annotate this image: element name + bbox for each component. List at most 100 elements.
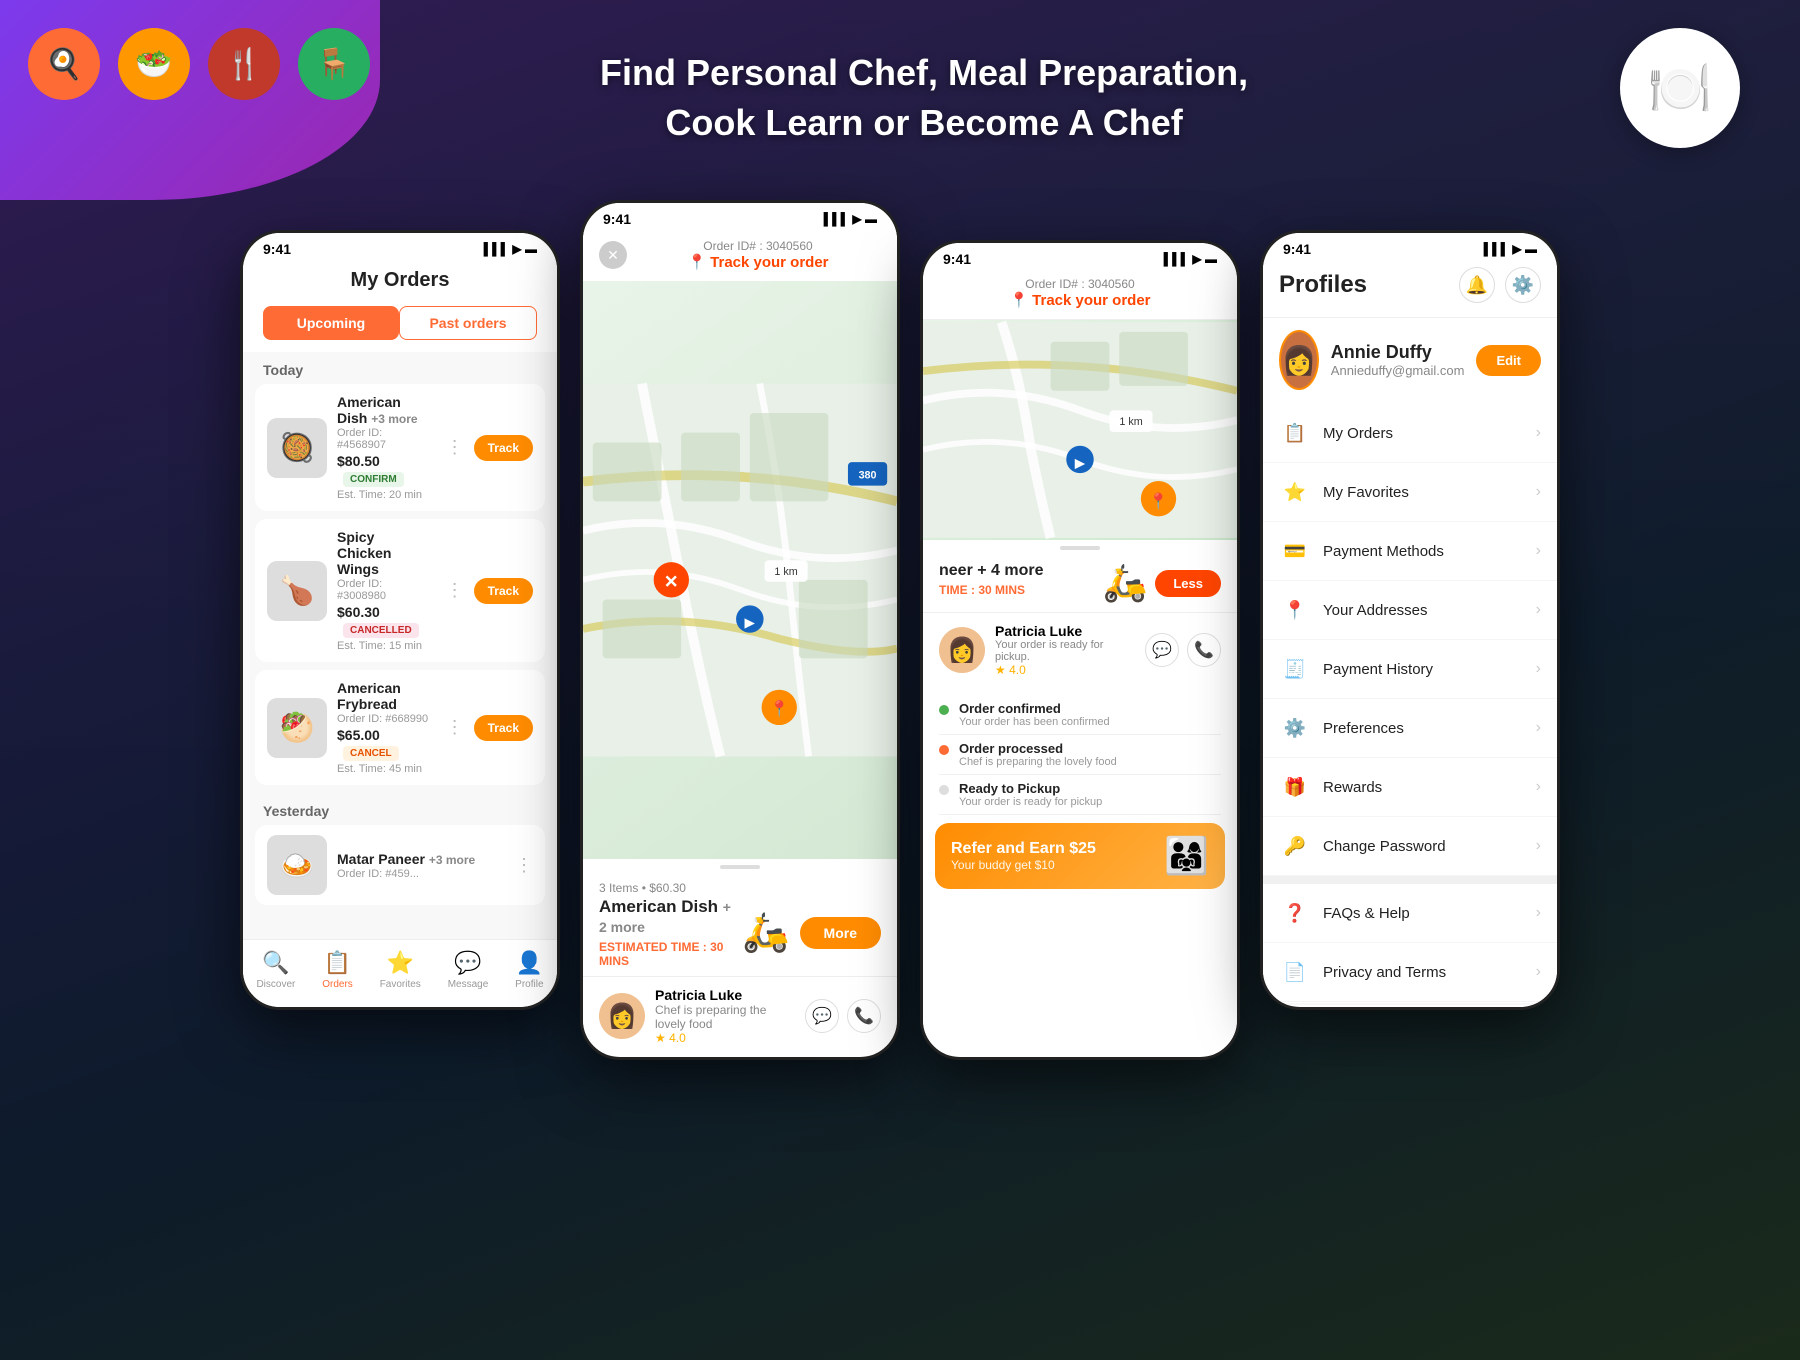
bottom-nav: 🔍 Discover 📋 Orders ⭐ Favorites 💬 Messag… xyxy=(243,939,557,1007)
phone-orders: 9:41 ▌▌▌ ▶ ▬ My Orders Upcoming Past ord… xyxy=(240,230,560,1010)
location-pin-icon-3: 📍 xyxy=(1009,291,1028,309)
order-img-2: 🍗 xyxy=(267,561,327,621)
svg-text:1 km: 1 km xyxy=(774,566,797,578)
menu-payment-history[interactable]: 🧾 Payment History › xyxy=(1263,640,1557,699)
nav-discover[interactable]: 🔍 Discover xyxy=(256,950,295,990)
more-btn[interactable]: More xyxy=(800,917,881,949)
phone-profile: 9:41 ▌▌▌ ▶ ▬ Profiles 🔔 ⚙️ 👩 Annie Duffy… xyxy=(1260,230,1560,1010)
order-img-1: 🥘 xyxy=(267,418,327,478)
menu-invite[interactable]: 👥 Invites Friends › xyxy=(1263,1002,1557,1003)
order-id-4: Order ID: #459... xyxy=(337,868,501,880)
menu-label-payment-history: Payment History xyxy=(1323,661,1524,678)
order-img-4: 🍛 xyxy=(267,835,327,895)
menu-label-rewards: Rewards xyxy=(1323,779,1524,796)
order-dish-name: American Dish xyxy=(599,897,718,916)
chevron-privacy: › xyxy=(1536,963,1541,981)
nav-orders[interactable]: 📋 Orders xyxy=(322,950,353,990)
icon-table: 🪑 xyxy=(298,28,370,100)
step-desc-3: Your order is ready for pickup xyxy=(959,796,1102,808)
order-status-1: CONFIRM xyxy=(343,472,404,487)
track-title-phone2: Track your order xyxy=(710,254,828,271)
nav-favorites[interactable]: ⭐ Favorites xyxy=(380,950,421,990)
menu-my-favorites[interactable]: ⭐ My Favorites › xyxy=(1263,463,1557,522)
order-name-3: American Frybread xyxy=(337,680,432,712)
menu-rewards[interactable]: 🎁 Rewards › xyxy=(1263,758,1557,817)
chef-status-3: Your order is ready for pickup. xyxy=(995,639,1135,663)
profile-menu-list: 📋 My Orders › ⭐ My Favorites › 💳 Payment… xyxy=(1263,404,1557,1003)
order-menu-4[interactable]: ⋮ xyxy=(511,855,533,876)
chevron-payment-history: › xyxy=(1536,660,1541,678)
order-menu-3[interactable]: ⋮ xyxy=(442,717,464,738)
notification-btn[interactable]: 🔔 xyxy=(1459,267,1495,303)
settings-btn[interactable]: ⚙️ xyxy=(1505,267,1541,303)
delivery-scooter-icon: 🛵 xyxy=(742,911,789,955)
menu-my-orders[interactable]: 📋 My Orders › xyxy=(1263,404,1557,463)
edit-profile-btn[interactable]: Edit xyxy=(1476,345,1541,376)
drag-indicator-2 xyxy=(720,865,760,869)
less-btn[interactable]: Less xyxy=(1155,570,1221,597)
step-desc-2: Chef is preparing the lovely food xyxy=(959,756,1117,768)
status-steps: Order confirmed Your order has been conf… xyxy=(923,695,1237,815)
phone-map: 9:41 ▌▌▌ ▶ ▬ ✕ Order ID# : 3040560 📍 Tra… xyxy=(580,200,900,1060)
chat-btn[interactable]: 💬 xyxy=(805,999,839,1033)
order-price-3: $65.00 xyxy=(337,727,380,743)
tab-upcoming[interactable]: Upcoming xyxy=(263,306,399,340)
order-price-2: $60.30 xyxy=(337,604,380,620)
chevron-addresses: › xyxy=(1536,601,1541,619)
orders-icon: 📋 xyxy=(324,950,351,976)
phone4-screen: Profiles 🔔 ⚙️ 👩 Annie Duffy Annieduffy@g… xyxy=(1263,261,1557,1005)
chevron-rewards: › xyxy=(1536,778,1541,796)
order-img-3: 🥙 xyxy=(267,698,327,758)
chevron-favorites: › xyxy=(1536,483,1541,501)
svg-text:380: 380 xyxy=(859,470,877,482)
chef-desc: Chef is preparing the lovely food xyxy=(655,1003,795,1031)
menu-change-password[interactable]: 🔑 Change Password › xyxy=(1263,817,1557,876)
call-btn-3[interactable]: 📞 xyxy=(1187,633,1221,667)
order-id-3: Order ID: #668990 xyxy=(337,713,432,725)
svg-text:📍: 📍 xyxy=(769,699,789,718)
track-btn-1[interactable]: Track xyxy=(474,435,533,461)
tab-past[interactable]: Past orders xyxy=(399,306,537,340)
menu-preferences[interactable]: ⚙️ Preferences › xyxy=(1263,699,1557,758)
menu-label-privacy: Privacy and Terms xyxy=(1323,964,1524,981)
close-btn[interactable]: ✕ xyxy=(599,241,627,269)
tracking-header: Order ID# : 3040560 📍 Track your order xyxy=(923,271,1237,320)
track-dish-name: neer + 4 more xyxy=(939,562,1044,579)
map-screen: ✕ Order ID# : 3040560 📍 Track your order xyxy=(583,231,897,1055)
nav-profile[interactable]: 👤 Profile xyxy=(515,950,543,990)
order-name-2: Spicy Chicken Wings xyxy=(337,529,432,577)
svg-text:📍: 📍 xyxy=(1149,492,1169,511)
menu-privacy[interactable]: 📄 Privacy and Terms › xyxy=(1263,943,1557,1002)
orders-title: My Orders xyxy=(243,261,557,306)
menu-addresses[interactable]: 📍 Your Addresses › xyxy=(1263,581,1557,640)
svg-text:▶: ▶ xyxy=(745,615,756,630)
chef-avatar: 👩 xyxy=(599,993,645,1039)
svg-text:▶: ▶ xyxy=(1075,455,1086,470)
menu-payment-methods[interactable]: 💳 Payment Methods › xyxy=(1263,522,1557,581)
chat-btn-3[interactable]: 💬 xyxy=(1145,633,1179,667)
order-time-1: Est. Time: 20 min xyxy=(337,489,432,501)
chef-row-phone3: 👩 Patricia Luke Your order is ready for … xyxy=(923,612,1237,687)
order-card-2: 🍗 Spicy Chicken Wings Order ID: #3008980… xyxy=(255,519,545,662)
order-menu-1[interactable]: ⋮ xyxy=(442,437,464,458)
track-estimated: TIME : 30 MINS xyxy=(939,583,1103,597)
order-menu-2[interactable]: ⋮ xyxy=(442,580,464,601)
refer-banner: Refer and Earn $25 Your buddy get $10 👨‍… xyxy=(935,823,1225,889)
step-processed: Order processed Chef is preparing the lo… xyxy=(939,735,1221,775)
chef-rating-3: 4.0 xyxy=(1009,663,1026,677)
step-pickup: Ready to Pickup Your order is ready for … xyxy=(939,775,1221,815)
nav-favorites-label: Favorites xyxy=(380,979,421,990)
order-card-1: 🥘 American Dish +3 more Order ID: #45689… xyxy=(255,384,545,511)
status-bar-2: 9:41 ▌▌▌ ▶ ▬ xyxy=(583,203,897,231)
call-btn[interactable]: 📞 xyxy=(847,999,881,1033)
nav-message[interactable]: 💬 Message xyxy=(448,950,489,990)
menu-faqs[interactable]: ❓ FAQs & Help › xyxy=(1263,884,1557,943)
track-btn-3[interactable]: Track xyxy=(474,715,533,741)
track-btn-2[interactable]: Track xyxy=(474,578,533,604)
map-area-phone3: 1 km ▶ 📍 xyxy=(923,320,1237,540)
chevron-faqs: › xyxy=(1536,904,1541,922)
status-bar-4: 9:41 ▌▌▌ ▶ ▬ xyxy=(1263,233,1557,261)
order-price-1: $80.50 xyxy=(337,453,380,469)
star-icon-3: ★ xyxy=(995,663,1006,677)
step-dot-2 xyxy=(939,745,949,755)
